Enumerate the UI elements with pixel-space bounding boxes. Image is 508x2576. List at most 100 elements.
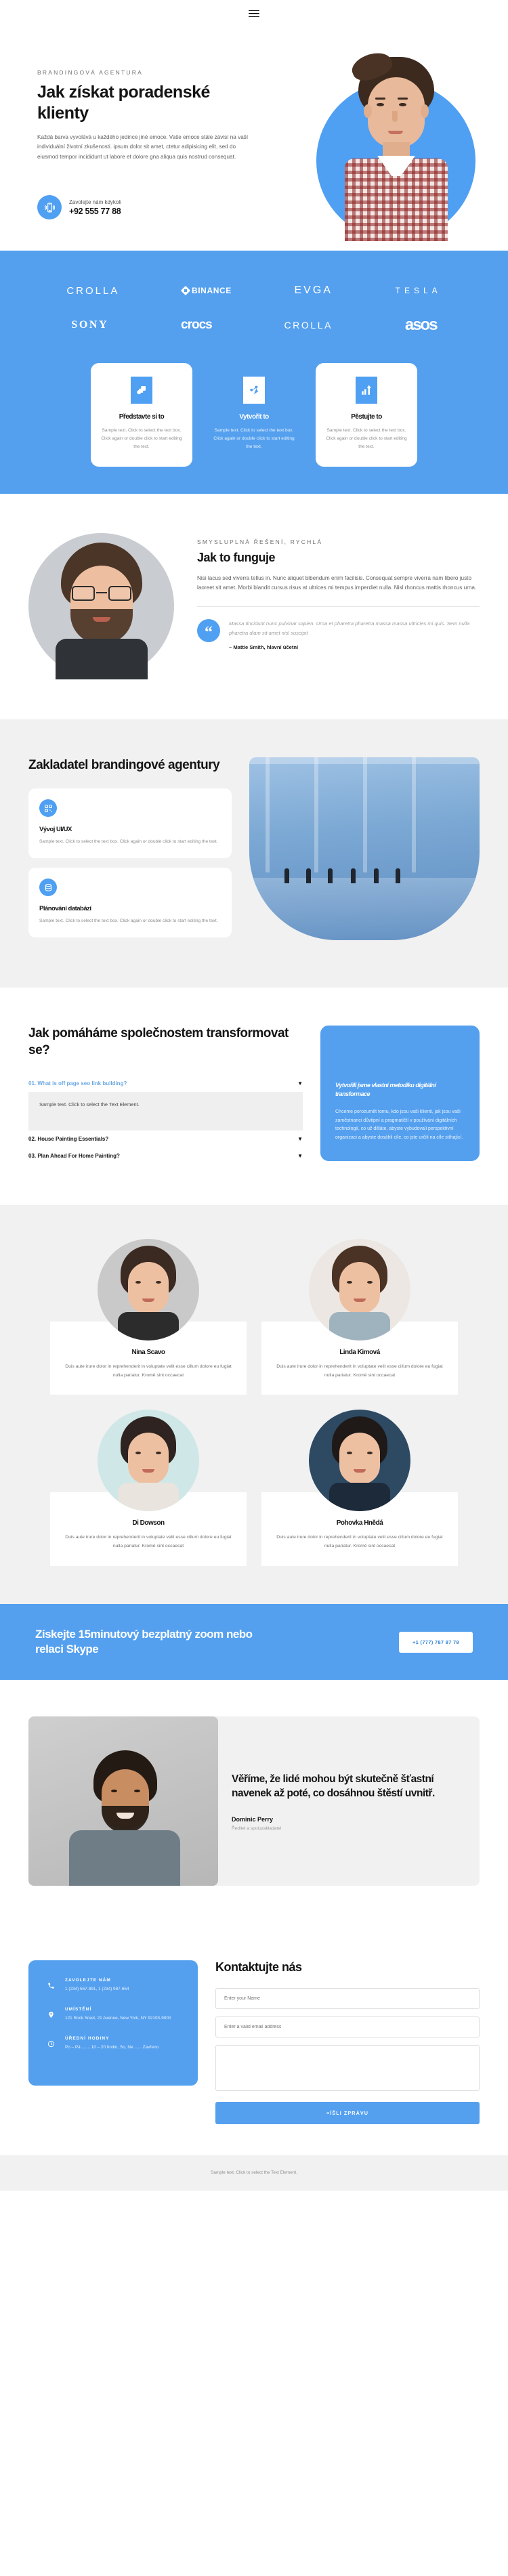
feature-card-title: Představte si to xyxy=(119,413,165,421)
contact-info-panel: ZAVOLEJTE NÁM 1 (234) 567-891, 1 (234) 9… xyxy=(28,1960,198,2086)
logo-sony: SONY xyxy=(71,319,109,331)
burger-line xyxy=(249,16,259,18)
logo-tesla: TESLA xyxy=(395,286,442,295)
faq-highlight-panel: Vytvořili jsme vlastní metodiku digitáln… xyxy=(320,1025,480,1162)
founder-card-title: Vývoj UI/UX xyxy=(39,826,72,834)
feature-card-text: Sample text. Click to select the text bo… xyxy=(101,428,182,450)
top-navigation xyxy=(0,0,508,27)
contact-title: Kontaktujte nás xyxy=(215,1960,302,1975)
call-number[interactable]: +92 555 77 88 xyxy=(69,207,121,216)
chevron-down-icon[interactable]: ▼ xyxy=(297,1153,303,1159)
founder-card-title: Plánování databází xyxy=(39,905,91,913)
call-us-block[interactable]: Zavolejte nám kdykoli +92 555 77 88 xyxy=(37,195,121,219)
send-message-button[interactable]: ≡ÍŠLI ZPRÁVU xyxy=(215,2102,480,2125)
team-member-text: Duis aute irure dolor in reprehenderit i… xyxy=(276,1364,443,1378)
logo-row-1: CROLLA BINANCE EVGA TESLA xyxy=(0,275,508,306)
accordion-item-3[interactable]: 03. Plan Ahead For Home Painting? ▼ xyxy=(28,1147,303,1164)
accordion-item-2[interactable]: 02. House Painting Essentials? ▼ xyxy=(28,1131,303,1147)
faq-section: Jak pomáháme společnostem transformovat … xyxy=(0,987,508,1206)
team-member-card[interactable]: Nina Scavo Duis aute irure dolor in repr… xyxy=(50,1239,247,1395)
zoom-cta-phone-button[interactable]: +1 (777) 787 87 78 xyxy=(399,1631,473,1653)
client-logos-section: CROLLA BINANCE EVGA TESLA SONY crocs CRO… xyxy=(0,251,508,359)
hero-paragraph: Každá barva vyvolává u každého jedince j… xyxy=(37,134,249,160)
feature-card-title: Pěstujte to xyxy=(351,413,382,421)
team-member-name: Nina Scavo xyxy=(131,1349,165,1357)
feature-card-grow[interactable]: Pěstujte to Sample text. Click to select… xyxy=(316,363,417,467)
call-label: Zavolejte nám kdykoli xyxy=(69,199,121,205)
team-member-text: Duis aute irure dolor in reprehenderit i… xyxy=(65,1364,232,1378)
glasses-icon xyxy=(70,585,133,601)
contact-value: Po – Pá ....... 10 – 20 hodin, So, Ne ..… xyxy=(65,2045,159,2050)
hero-eyebrow: BRANDINGOVÁ AGENTURA xyxy=(37,69,143,76)
founder-card-uiux[interactable]: Vývoj UI/UX Sample text. Click to select… xyxy=(28,788,232,859)
founder-card-text: Sample text. Click to select the text bo… xyxy=(39,839,218,845)
burger-line xyxy=(249,13,259,14)
feature-card-text: Sample text. Click to select the text bo… xyxy=(326,428,407,450)
clock-icon xyxy=(43,2036,58,2051)
logo-crolla: CROLLA xyxy=(66,284,120,297)
accordion-header[interactable]: 02. House Painting Essentials? ▼ xyxy=(28,1131,303,1147)
accordion-header[interactable]: 01. What is off page seo link building? … xyxy=(28,1075,303,1092)
hero-portrait xyxy=(316,53,475,241)
contact-label: UMÍSTĚNÍ xyxy=(65,2007,92,2012)
hamburger-menu-icon[interactable] xyxy=(249,8,259,20)
team-member-name: Di Dowson xyxy=(132,1519,165,1527)
hero-copy: BRANDINGOVÁ AGENTURA Jak získat poradens… xyxy=(37,69,261,162)
page-footer: Sample text. Click to select the Text El… xyxy=(0,2155,508,2191)
feature-cards-section: Představte si to Sample text. Click to s… xyxy=(0,359,508,494)
quote-text: Massa tincidunt nunc pulvinar sapien. Ur… xyxy=(229,620,470,637)
faq-panel-text: Chceme porozumět tomu, kdo jsou vaši kli… xyxy=(335,1110,463,1140)
how-paragraph: Nisi lacus sed viverra tellus in. Nunc a… xyxy=(197,574,477,591)
qr-code-icon xyxy=(39,799,57,818)
logo-binance-label: BINANCE xyxy=(191,286,232,295)
feature-card-create[interactable]: Vytvořit to Sample text. Click to select… xyxy=(203,363,305,467)
binance-diamond-icon xyxy=(180,285,191,296)
logo-crolla-2: CROLLA xyxy=(284,320,333,331)
logo-crocs: crocs xyxy=(181,318,213,332)
growth-chart-icon xyxy=(356,377,377,404)
chevron-down-icon[interactable]: ▼ xyxy=(297,1080,303,1086)
how-eyebrow: SMYSLUPLNÁ ŘEŠENÍ, RYCHLÁ xyxy=(197,538,323,545)
founder-card-text: Sample text. Click to select the text bo… xyxy=(39,919,218,924)
team-member-card[interactable]: Pohovka Hnědá Duis aute irure dolor in r… xyxy=(261,1410,458,1566)
contact-value[interactable]: 1 (234) 567-891, 1 (234) 987-654 xyxy=(65,1986,129,1993)
how-it-works-section: SMYSLUPLNÁ ŘEŠENÍ, RYCHLÁ Jak to funguje… xyxy=(0,493,508,719)
feature-card-text: Sample text. Click to select the text bo… xyxy=(213,428,295,450)
contact-block-hours: ÚŘEDNÍ HODINY Po – Pá ....... 10 – 20 ho… xyxy=(43,2036,183,2052)
feature-card-imagine[interactable]: Představte si to Sample text. Click to s… xyxy=(91,363,192,467)
contact-form: Kontaktujte nás ≡ÍŠLI ZPRÁVU xyxy=(215,1960,480,2125)
chevron-down-icon[interactable]: ▼ xyxy=(297,1136,303,1142)
node-network-icon xyxy=(243,377,265,404)
email-field[interactable] xyxy=(215,2017,480,2038)
accordion-item-1[interactable]: 01. What is off page seo link building? … xyxy=(28,1075,303,1131)
phone-ringing-icon xyxy=(37,195,62,219)
logo-row-2: SONY crocs CROLLA asos xyxy=(0,306,508,344)
accordion-header[interactable]: 03. Plan Ahead For Home Painting? ▼ xyxy=(28,1147,303,1164)
team-member-card[interactable]: Linda Kimová Duis aute irure dolor in re… xyxy=(261,1239,458,1395)
name-field[interactable] xyxy=(215,1988,480,2010)
accordion-label: 03. Plan Ahead For Home Painting? xyxy=(28,1153,120,1160)
page-title: Jak získat poradenské klienty xyxy=(37,83,210,123)
avatar xyxy=(309,1239,410,1341)
how-portrait xyxy=(28,532,174,679)
team-member-card[interactable]: Di Dowson Duis aute irure dolor in repre… xyxy=(50,1410,247,1566)
quote-author: – Mattie Smith, hlavní účetní xyxy=(229,644,299,651)
zoom-cta-title: Získejte 15minutový bezplatný zoom nebo … xyxy=(35,1627,253,1656)
avatar xyxy=(98,1410,199,1512)
avatar xyxy=(309,1410,410,1512)
hero-section: BRANDINGOVÁ AGENTURA Jak získat poradens… xyxy=(0,27,508,251)
hero-person-illustration xyxy=(335,53,457,241)
testimonial-author-role: Ředitel a spoluzakladatel xyxy=(232,1825,282,1831)
message-field[interactable] xyxy=(215,2045,480,2092)
testimonial-author-name: Dominic Perry xyxy=(232,1815,274,1823)
contact-block-phone: ZAVOLEJTE NÁM 1 (234) 567-891, 1 (234) 9… xyxy=(43,1978,183,1993)
founder-card-database[interactable]: Plánování databází Sample text. Click to… xyxy=(28,868,232,937)
layers-icon xyxy=(131,377,152,404)
zoom-cta-section: Získejte 15minutový bezplatný zoom nebo … xyxy=(0,1603,508,1681)
founder-title: Zakladatel brandingové agentury xyxy=(28,757,220,772)
database-icon xyxy=(39,879,57,897)
contact-block-location: UMÍSTĚNÍ 121 Rock Sreet, 21 Avenue, New … xyxy=(43,2007,183,2023)
team-section: Nina Scavo Duis aute irure dolor in repr… xyxy=(0,1205,508,1604)
contact-label: ZAVOLEJTE NÁM xyxy=(65,1978,111,1983)
divider xyxy=(197,606,480,608)
